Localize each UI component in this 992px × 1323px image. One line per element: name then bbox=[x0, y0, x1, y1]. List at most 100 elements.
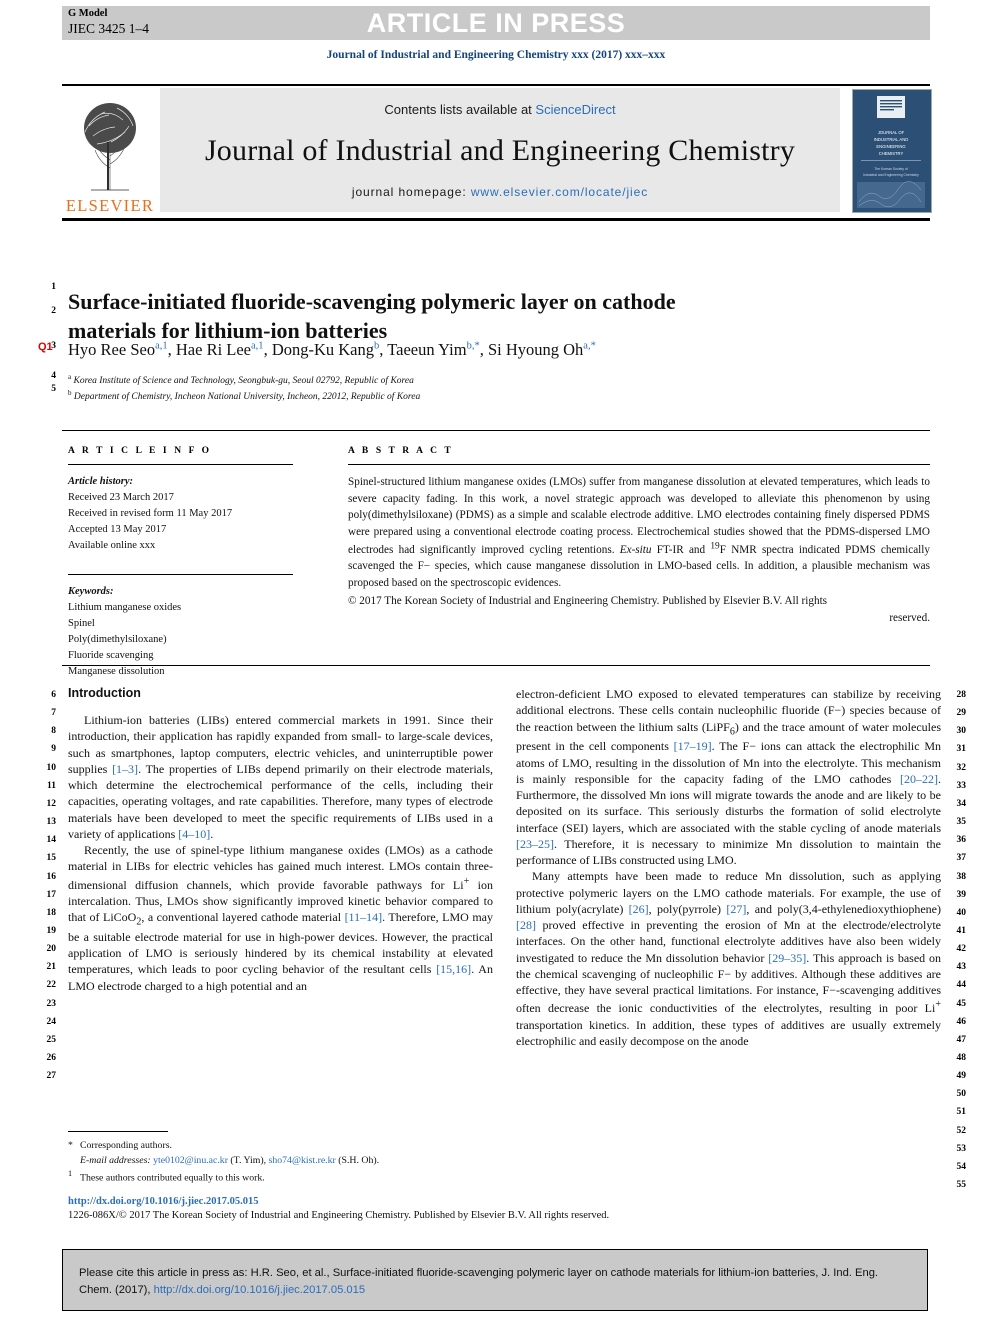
history-item: Received in revised form 11 May 2017 bbox=[68, 508, 233, 520]
abstract-divider bbox=[348, 464, 930, 466]
page-title: Surface-initiated fluoride-scavenging po… bbox=[68, 288, 676, 343]
line-number: 45 bbox=[956, 998, 967, 1009]
keyword-item: Poly(dimethylsiloxane) bbox=[68, 633, 167, 645]
journal-cover-thumbnail: JOURNAL OF INDUSTRIAL AND ENGINEERING CH… bbox=[852, 89, 932, 213]
line-number: 51 bbox=[956, 1107, 967, 1118]
line-number: 42 bbox=[956, 944, 967, 955]
line-number: 49 bbox=[956, 1071, 967, 1082]
citation-ref[interactable]: [20–22] bbox=[900, 772, 938, 786]
line-number: 34 bbox=[956, 798, 967, 809]
homepage-prefix: journal homepage: bbox=[351, 185, 471, 199]
line-number: 5 bbox=[51, 384, 56, 394]
line-number: 55 bbox=[956, 1180, 967, 1191]
issn-copyright-line: 1226-086X/© 2017 The Korean Society of I… bbox=[68, 1210, 610, 1221]
masthead-rule-bottom bbox=[62, 218, 930, 221]
citation-ref[interactable]: [28] bbox=[516, 918, 536, 932]
line-number: 18 bbox=[46, 907, 57, 918]
citation-notice-text: Please cite this article in press as: H.… bbox=[79, 1265, 911, 1300]
line-number: 12 bbox=[46, 798, 57, 809]
email-label: E-mail addresses: bbox=[80, 1155, 151, 1167]
affiliation-list: a Korea Institute of Science and Technol… bbox=[68, 373, 688, 404]
citation-ref[interactable]: [23–25] bbox=[516, 837, 554, 851]
line-number: 38 bbox=[956, 871, 967, 882]
journal-homepage-link[interactable]: www.elsevier.com/locate/jiec bbox=[471, 185, 648, 199]
query-marker-q1[interactable]: Q1 bbox=[38, 341, 53, 353]
paragraph: Lithium-ion batteries (LIBs) entered com… bbox=[68, 713, 493, 841]
article-in-press-text: ARTICLE IN PRESS bbox=[366, 8, 626, 38]
citation-ref[interactable]: [1–3] bbox=[112, 762, 138, 776]
footnote-rule bbox=[68, 1131, 168, 1133]
citation-ref[interactable]: [27] bbox=[726, 902, 746, 916]
line-number: 46 bbox=[956, 1016, 967, 1027]
line-number: 7 bbox=[51, 708, 56, 719]
abstract-body: Spinel-structured lithium manganese oxid… bbox=[348, 474, 930, 626]
paragraph: electron-deficient LMO exposed to elevat… bbox=[516, 687, 941, 868]
keywords-label: Keywords: bbox=[68, 585, 114, 597]
body-column-right: electron-deficient LMO exposed to elevat… bbox=[516, 686, 941, 1049]
line-number: 47 bbox=[956, 1034, 967, 1045]
line-number: 48 bbox=[956, 1053, 967, 1063]
line-number: 39 bbox=[956, 889, 967, 900]
article-info-column: A R T I C L E I N F O Article history: R… bbox=[68, 446, 293, 680]
line-number: 8 bbox=[51, 726, 56, 737]
line-number: 53 bbox=[956, 1143, 967, 1154]
article-info-heading: A R T I C L E I N F O bbox=[68, 446, 212, 456]
abstract-main-text: Spinel-structured lithium manganese oxid… bbox=[348, 476, 930, 589]
citation-ref[interactable]: [4–10] bbox=[178, 827, 210, 841]
line-number: 27 bbox=[46, 1071, 57, 1082]
line-number: 25 bbox=[46, 1034, 57, 1045]
line-number: 23 bbox=[46, 998, 57, 1009]
footnote-corresponding: * Corresponding authors. bbox=[68, 1138, 493, 1153]
abstract-heading: A B S T R A C T bbox=[348, 446, 454, 456]
line-number: 40 bbox=[956, 907, 967, 918]
line-number: 44 bbox=[956, 980, 967, 991]
line-number: 15 bbox=[46, 853, 57, 864]
line-number: 26 bbox=[46, 1053, 57, 1063]
contents-prefix: Contents lists available at bbox=[384, 102, 536, 117]
sciencedirect-link[interactable]: ScienceDirect bbox=[535, 102, 615, 117]
citation-ref[interactable]: [29–35] bbox=[768, 951, 806, 965]
paragraph: Recently, the use of spinel-type lithium… bbox=[68, 843, 494, 993]
affiliation-b: b Department of Chemistry, Incheon Natio… bbox=[68, 388, 421, 402]
elsevier-wordmark: ELSEVIER bbox=[65, 196, 155, 215]
affiliation-a-text: Korea Institute of Science and Technolog… bbox=[73, 376, 414, 387]
line-number: 20 bbox=[46, 944, 57, 955]
line-number: 24 bbox=[46, 1016, 57, 1027]
journal-homepage-line: journal homepage: www.elsevier.com/locat… bbox=[352, 185, 648, 199]
citation-notice-box: Please cite this article in press as: H.… bbox=[62, 1249, 928, 1311]
citation-doi-link[interactable]: http://dx.doi.org/10.1016/j.jiec.2017.05… bbox=[154, 1284, 365, 1296]
citation-ref[interactable]: [15,16] bbox=[436, 962, 471, 976]
line-number: 16 bbox=[46, 871, 57, 882]
citation-ref[interactable]: [17–19] bbox=[674, 739, 712, 753]
info-block-rule-bottom bbox=[62, 665, 930, 667]
line-number: 50 bbox=[956, 1089, 967, 1100]
line-number: 54 bbox=[956, 1161, 967, 1172]
info-block-rule-top bbox=[62, 430, 930, 432]
line-number: 30 bbox=[956, 726, 967, 737]
journal-masthead: ELSEVIER Contents lists available at Sci… bbox=[62, 88, 932, 216]
citation-ref[interactable]: [26] bbox=[629, 902, 649, 916]
line-number: 19 bbox=[46, 925, 57, 936]
masthead-rule-top bbox=[62, 84, 930, 86]
journal-title: Journal of Industrial and Engineering Ch… bbox=[204, 134, 796, 167]
line-number: 31 bbox=[956, 744, 967, 755]
keyword-item: Spinel bbox=[68, 617, 95, 629]
footnote-emails: E-mail addresses: yte0102@inu.ac.kr (T. … bbox=[68, 1153, 493, 1168]
email-link-oh[interactable]: sho74@kist.re.kr bbox=[269, 1155, 336, 1166]
line-number: 9 bbox=[51, 744, 56, 755]
article-history-block: Article history: Received 23 March 2017 … bbox=[68, 474, 293, 554]
abstract-column: A B S T R A C T Spinel-structured lithiu… bbox=[348, 446, 930, 626]
line-number: 22 bbox=[46, 980, 57, 991]
email-link-yim[interactable]: yte0102@inu.ac.kr bbox=[153, 1155, 228, 1166]
line-number: 4 bbox=[51, 371, 56, 381]
line-number: 41 bbox=[956, 925, 967, 936]
citation-ref[interactable]: [11–14] bbox=[345, 910, 383, 924]
footnote-marker-1: 1 bbox=[68, 1169, 73, 1179]
line-number: 21 bbox=[46, 962, 57, 973]
article-history-label: Article history: bbox=[68, 476, 134, 488]
paragraph: Many attempts have been made to reduce M… bbox=[516, 869, 942, 1048]
line-number: 29 bbox=[956, 708, 967, 719]
doi-link[interactable]: http://dx.doi.org/10.1016/j.jiec.2017.05… bbox=[68, 1196, 258, 1207]
section-heading-introduction: Introduction bbox=[68, 686, 141, 700]
keyword-item: Lithium manganese oxides bbox=[68, 601, 182, 613]
